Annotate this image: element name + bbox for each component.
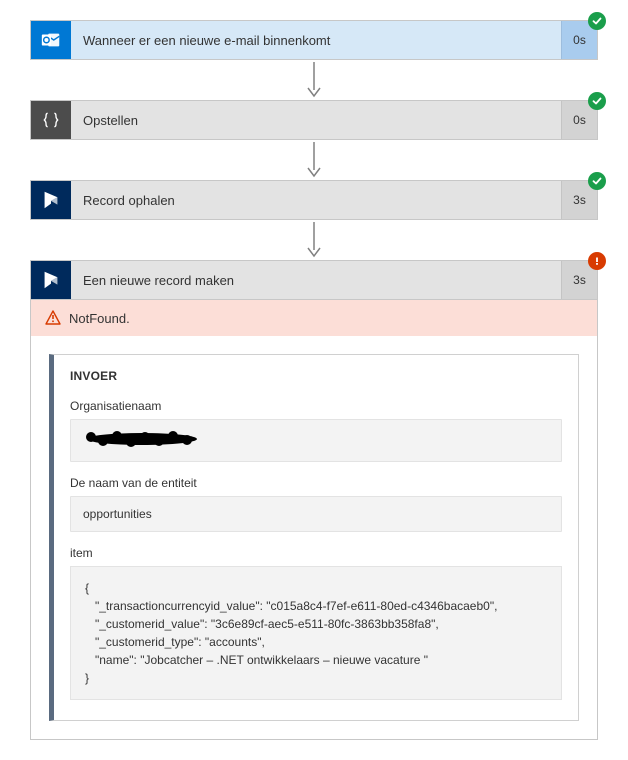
field-label-entity: De naam van de entiteit [70, 476, 562, 490]
dynamics-icon [31, 261, 71, 299]
code-braces-icon [31, 101, 71, 139]
outlook-icon [31, 21, 71, 59]
field-value-org [70, 419, 562, 462]
flow-arrow [30, 140, 598, 180]
step-expanded-panel: NotFound. INVOER Organisatienaam De naam… [30, 300, 598, 740]
flow-step-create-record[interactable]: Een nieuwe record maken 3s [30, 260, 598, 300]
flow-step-email-trigger[interactable]: Wanneer er een nieuwe e-mail binnenkomt … [30, 20, 598, 60]
field-value-item-json: { "_transactioncurrencyid_value": "c015a… [70, 566, 562, 700]
step-title: Record ophalen [71, 181, 561, 219]
field-label-item: item [70, 546, 562, 560]
step-title: Wanneer er een nieuwe e-mail binnenkomt [71, 21, 561, 59]
panel-body: INVOER Organisatienaam De naam van de en… [31, 336, 597, 739]
inputs-heading: INVOER [70, 369, 562, 383]
flow-step-get-record[interactable]: Record ophalen 3s [30, 180, 598, 220]
error-banner: NotFound. [31, 300, 597, 336]
error-message: NotFound. [69, 311, 130, 326]
redacted-value [83, 430, 201, 448]
status-badge-success [588, 92, 606, 110]
flow-step-compose[interactable]: Opstellen 0s [30, 100, 598, 140]
status-badge-success [588, 172, 606, 190]
status-badge-success [588, 12, 606, 30]
flow-arrow [30, 60, 598, 100]
inputs-section: INVOER Organisatienaam De naam van de en… [49, 354, 579, 721]
step-title: Opstellen [71, 101, 561, 139]
dynamics-icon [31, 181, 71, 219]
field-label-org: Organisatienaam [70, 399, 562, 413]
warning-icon [45, 310, 61, 326]
flow-arrow [30, 220, 598, 260]
step-title: Een nieuwe record maken [71, 261, 561, 299]
field-value-entity: opportunities [70, 496, 562, 532]
status-badge-error [588, 252, 606, 270]
